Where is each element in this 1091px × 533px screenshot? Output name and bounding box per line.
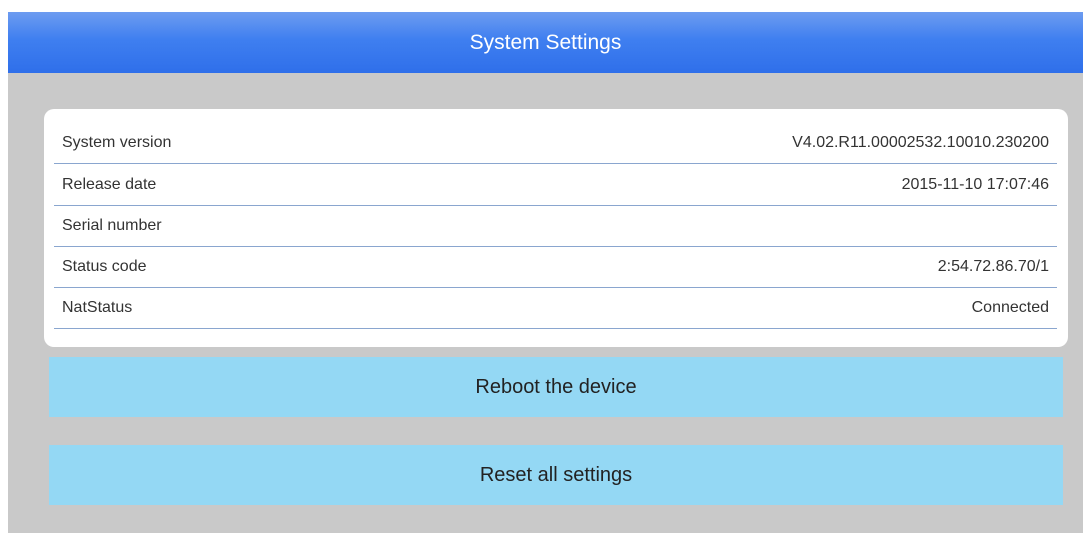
title-bar: System Settings [8,12,1083,73]
reboot-button[interactable]: Reboot the device [49,357,1063,417]
info-row-status-code: Status code 2:54.72.86.70/1 [54,246,1057,288]
nat-status-label: NatStatus [62,299,133,316]
system-version-value: V4.02.R11.00002532.10010.230200 [792,134,1049,151]
nat-status-value: Connected [971,299,1049,316]
system-version-label: System version [62,134,172,151]
reset-settings-button[interactable]: Reset all settings [49,445,1063,505]
status-code-label: Status code [62,258,147,275]
settings-screen: System Settings System version V4.02.R11… [8,12,1083,533]
info-row-release-date: Release date 2015-11-10 17:07:46 [54,164,1057,206]
page-title: System Settings [469,31,622,54]
info-row-serial-number: Serial number [54,205,1057,247]
serial-number-label: Serial number [62,217,162,234]
status-code-value: 2:54.72.86.70/1 [937,258,1049,275]
info-row-system-version: System version V4.02.R11.00002532.10010.… [54,122,1057,164]
info-row-nat-status: NatStatus Connected [54,287,1057,329]
system-info-card: System version V4.02.R11.00002532.10010.… [44,109,1068,347]
release-date-label: Release date [62,176,157,193]
release-date-value: 2015-11-10 17:07:46 [901,176,1049,193]
